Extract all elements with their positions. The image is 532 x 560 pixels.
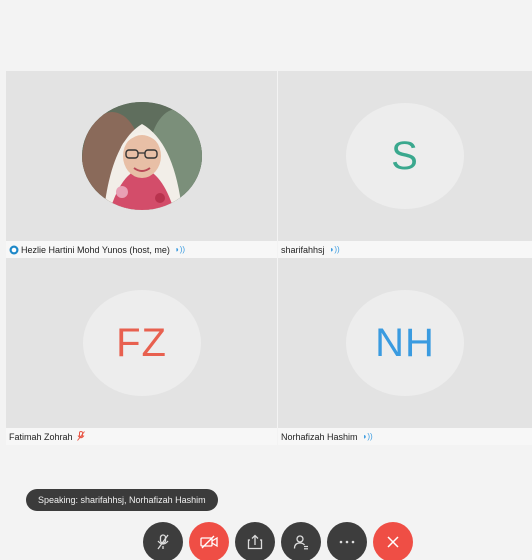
mute-mic-icon xyxy=(157,534,169,550)
more-button[interactable] xyxy=(327,522,367,560)
stop-video-button[interactable] xyxy=(189,522,229,560)
speaking-icon: ◗)) xyxy=(174,245,186,254)
speaking-banner: Speaking: sharifahhsj, Norhafizah Hashim xyxy=(26,489,218,511)
participants-button[interactable] xyxy=(281,522,321,560)
speaking-banner-text: Speaking: sharifahhsj, Norhafizah Hashim xyxy=(38,495,206,505)
participant-namebar: Norhafizah Hashim ◗)) xyxy=(278,428,532,445)
top-blank-area xyxy=(0,0,532,71)
avatar-initials: FZ xyxy=(116,320,167,365)
participant-name: sharifahhsj xyxy=(281,244,325,255)
avatar-initials: NH xyxy=(375,320,435,365)
participant-tile-norhafizah-hashim[interactable]: NH Norhafizah Hashim ◗)) xyxy=(278,258,532,445)
speaking-icon: ◗)) xyxy=(329,245,340,254)
initials-avatar: FZ xyxy=(82,290,201,396)
participant-namebar: Hezlie Hartini Mohd Yunos (host, me) ◗)) xyxy=(6,241,277,258)
muted-mic-icon xyxy=(76,430,85,443)
video-area: FZ xyxy=(6,258,277,428)
share-icon xyxy=(247,534,263,550)
participant-namebar: sharifahhsj ◗)) xyxy=(278,241,532,258)
participant-tile-host[interactable]: Hezlie Hartini Mohd Yunos (host, me) ◗)) xyxy=(6,71,277,258)
initials-avatar: NH xyxy=(346,290,464,396)
participant-name: Norhafizah Hashim xyxy=(281,431,358,442)
meeting-controls xyxy=(143,522,413,560)
share-button[interactable] xyxy=(235,522,275,560)
leave-icon xyxy=(387,536,399,548)
speaking-icon: ◗)) xyxy=(362,432,373,441)
avatar-initials: S xyxy=(391,133,419,178)
participant-tile-sharifahhsj[interactable]: S sharifahhsj ◗)) xyxy=(278,71,532,258)
video-area: NH xyxy=(278,258,532,428)
participant-tile-fatimah-zohrah[interactable]: FZ Fatimah Zohrah xyxy=(6,258,277,445)
participant-namebar: Fatimah Zohrah xyxy=(6,428,277,445)
more-icon xyxy=(339,540,355,544)
stop-video-icon xyxy=(200,535,218,549)
participants-icon xyxy=(293,535,308,550)
mute-mic-button[interactable] xyxy=(143,522,183,560)
video-area: S xyxy=(278,71,532,241)
participant-photo-avatar xyxy=(81,102,202,210)
participant-name: Fatimah Zohrah xyxy=(9,431,73,442)
initials-avatar: S xyxy=(346,103,464,209)
video-area xyxy=(6,71,277,241)
participant-name: Hezlie Hartini Mohd Yunos (host, me) xyxy=(21,244,170,255)
host-indicator-icon xyxy=(9,245,19,255)
leave-button[interactable] xyxy=(373,522,413,560)
